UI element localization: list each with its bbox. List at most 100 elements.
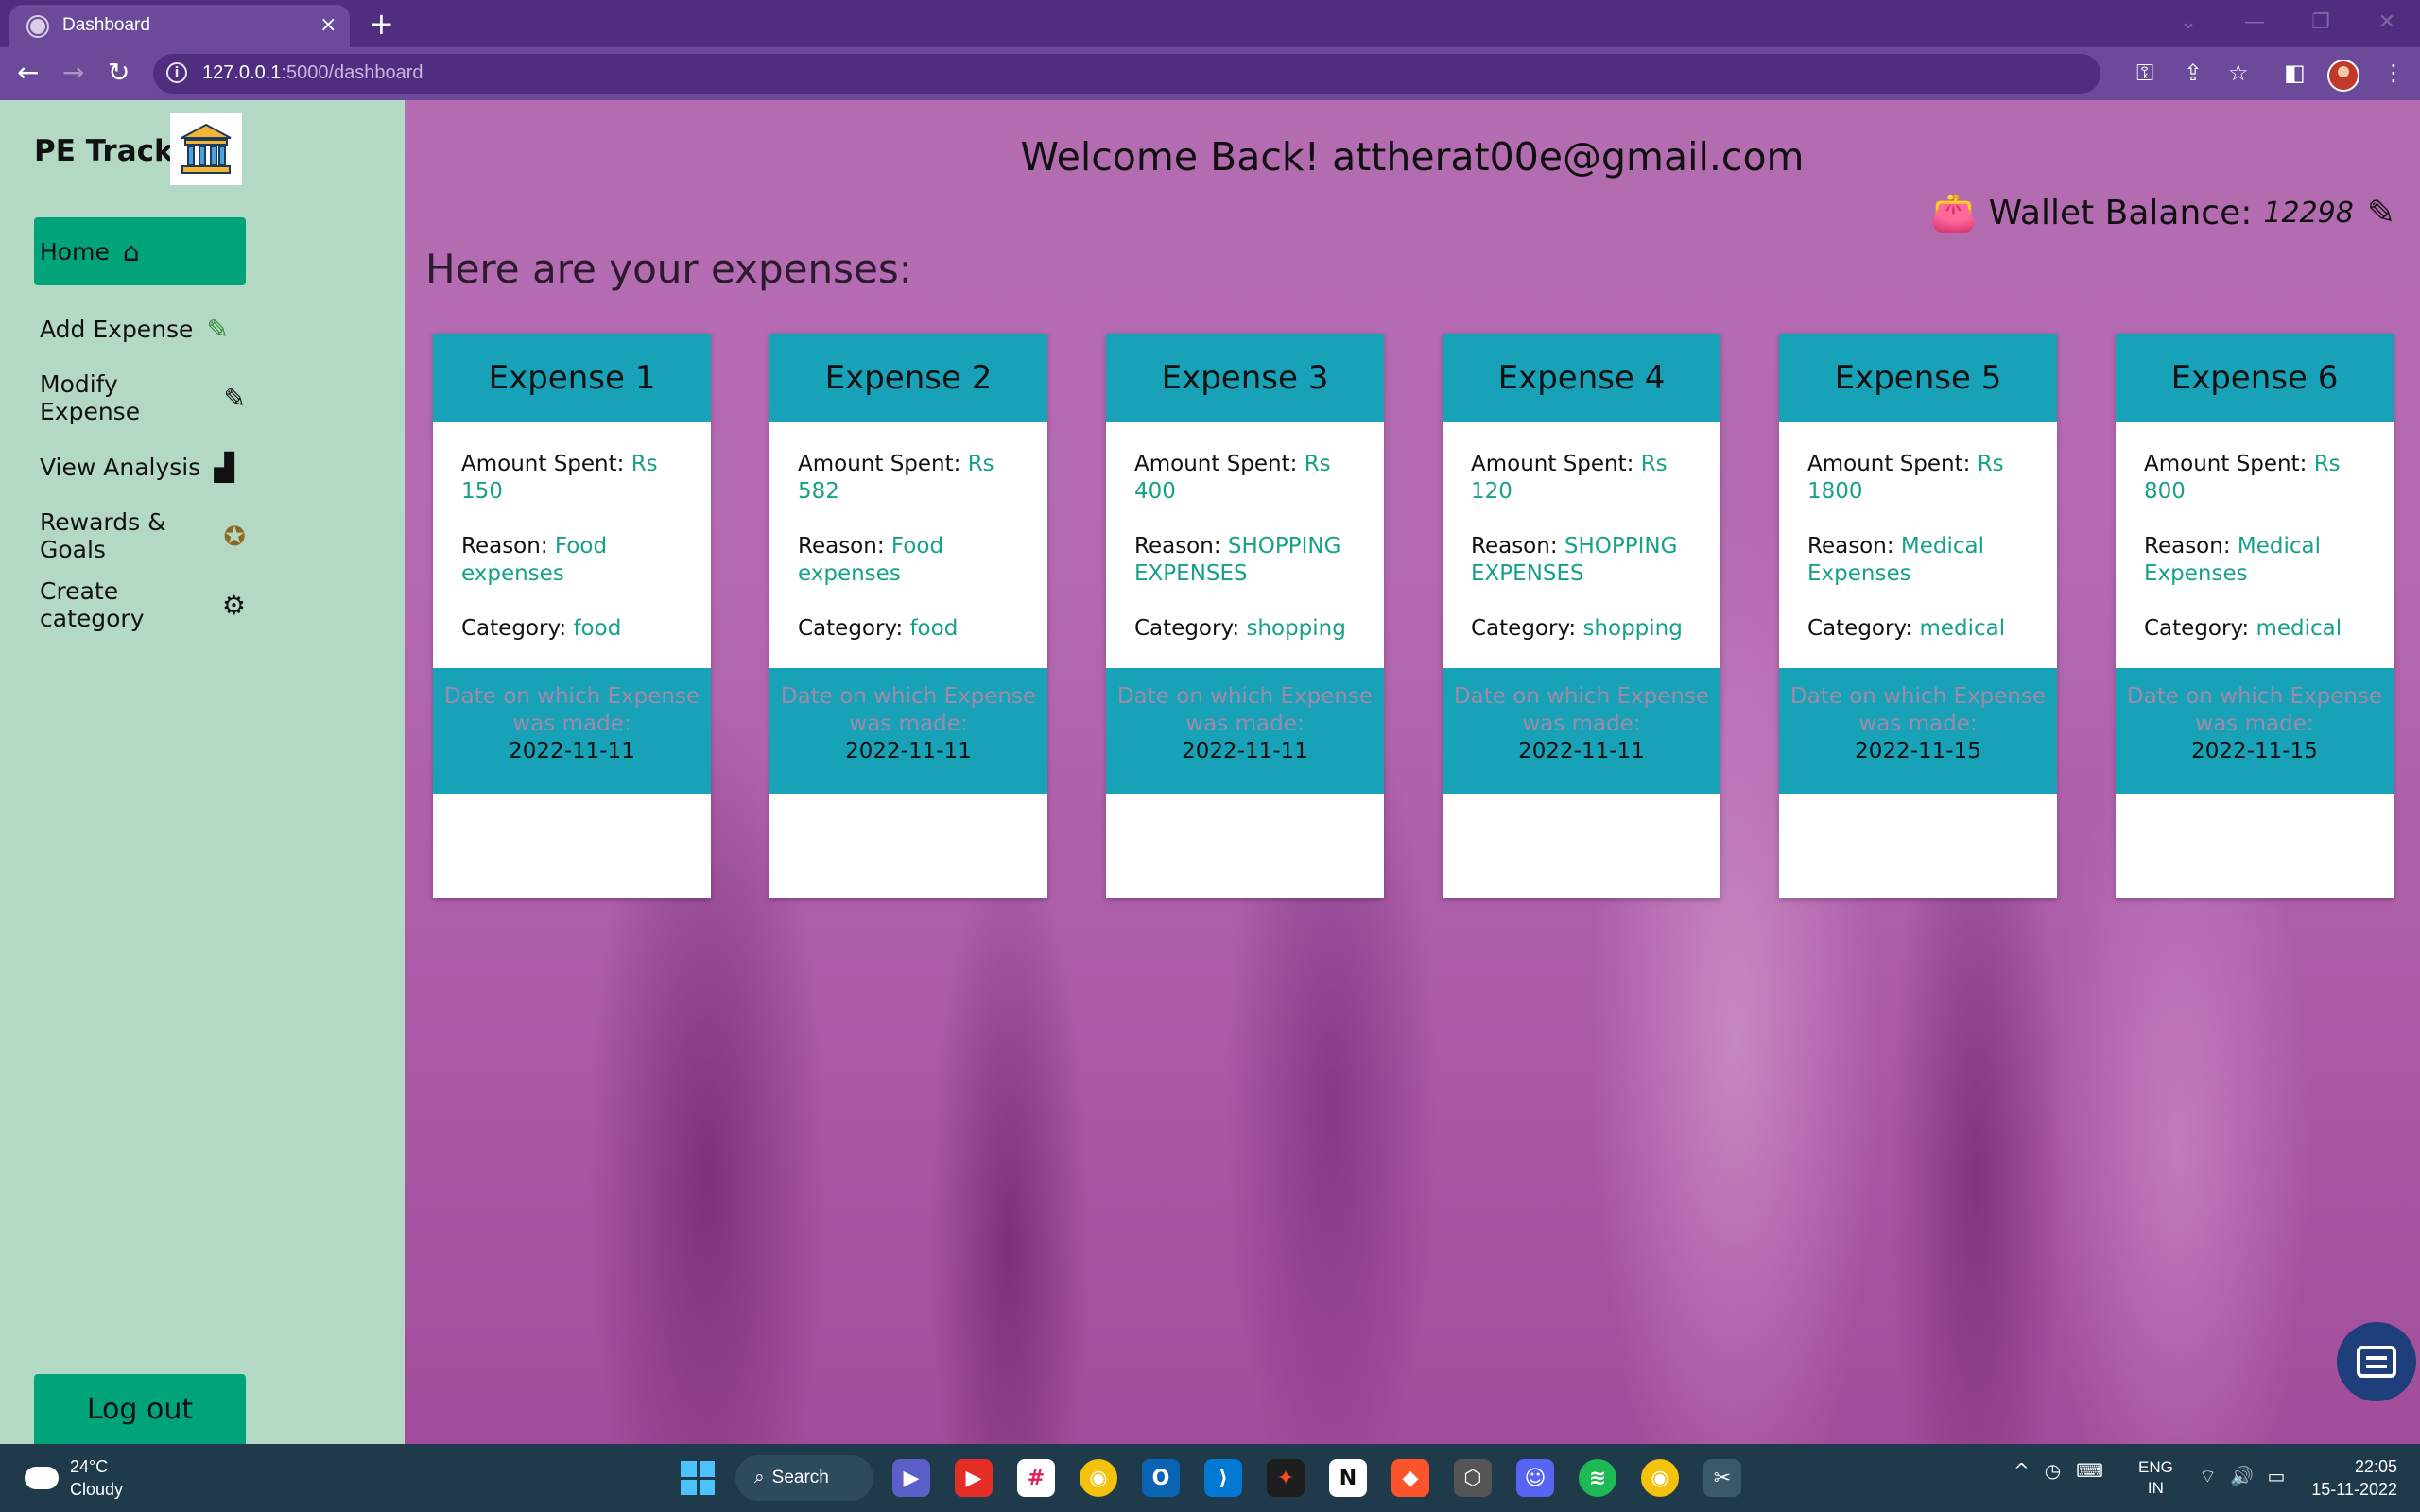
system-tray: ^ ◷ ⌨ xyxy=(2014,1459,2118,1482)
expense-card[interactable]: Expense 6 Amount Spent: Rs 800 Reason: M… xyxy=(2116,334,2394,898)
slack-app-icon[interactable]: # xyxy=(1017,1459,1055,1497)
sidebar-item-view-analysis[interactable]: View Analysis ▟ xyxy=(34,433,246,501)
welcome-heading: Welcome Back! attherat00e@gmail.com xyxy=(1020,134,1805,180)
taskbar-search[interactable]: ⌕ Search xyxy=(735,1455,873,1501)
tab-close-button[interactable]: × xyxy=(320,13,337,37)
wallet-balance: 👛 Wallet Balance: 12298 ✎ xyxy=(1930,191,2395,235)
key-icon[interactable]: ⚿ xyxy=(2136,60,2153,86)
chrome-profile-app-icon[interactable]: ◉ xyxy=(1641,1459,1679,1497)
spotify-app-icon[interactable]: ≋ xyxy=(1579,1459,1616,1497)
site-info-icon[interactable]: i xyxy=(166,62,187,83)
new-tab-button[interactable]: + xyxy=(369,6,394,42)
chat-button[interactable] xyxy=(2337,1322,2416,1401)
sidebar-item-create-category[interactable]: Create category ⚙ xyxy=(34,571,246,639)
category-value: shopping xyxy=(1246,616,1346,641)
browser-tab[interactable]: Dashboard × xyxy=(9,5,350,47)
amount-label: Amount Spent: xyxy=(1807,452,1971,476)
sidebar-item-label: View Analysis xyxy=(40,453,201,481)
category-value: medical xyxy=(2256,616,2342,641)
sidebar-item-home[interactable]: Home ⌂ xyxy=(34,217,246,285)
category-icon: ⚙ xyxy=(221,589,246,621)
globe-icon xyxy=(28,17,47,36)
sidebar-item-add-expense[interactable]: Add Expense ✎ xyxy=(34,295,246,363)
reload-button[interactable]: ↻ xyxy=(108,57,130,88)
keyboard-icon[interactable]: ⌨ xyxy=(2076,1459,2103,1482)
sidebar: PE Tracker Home ⌂ Add Expense ✎ Modify E… xyxy=(0,100,405,1444)
back-button[interactable]: ← xyxy=(17,57,39,88)
sidebar-item-modify-expense[interactable]: Modify Expense ✎ xyxy=(34,364,246,432)
amount-label: Amount Spent: xyxy=(1134,452,1298,476)
expenses-subheading: Here are your expenses: xyxy=(425,246,912,292)
clock-app-icon[interactable]: ◷ xyxy=(2045,1459,2061,1482)
volume-icon: 🔊 xyxy=(2230,1465,2255,1487)
share-icon[interactable]: ⇪ xyxy=(2184,60,2203,86)
edit-wallet-icon[interactable]: ✎ xyxy=(2367,194,2395,232)
meet-app-icon[interactable]: ▶ xyxy=(892,1459,930,1497)
cube-app-icon[interactable]: ⬡ xyxy=(1454,1459,1492,1497)
bank-logo-icon xyxy=(170,113,242,185)
notion-app-icon[interactable]: N xyxy=(1329,1459,1367,1497)
network-volume-battery-icons[interactable]: ⌔ 🔊 ▭ xyxy=(2199,1465,2285,1488)
weather-widget[interactable]: 24°C Cloudy xyxy=(25,1455,123,1501)
expense-card[interactable]: Expense 4 Amount Spent: Rs 120 Reason: S… xyxy=(1443,334,1720,898)
tab-search-chevron-icon[interactable]: ⌄ xyxy=(2155,0,2221,43)
restore-button[interactable]: ❐ xyxy=(2288,0,2354,43)
window-controls: ⌄ — ❐ ✕ xyxy=(2155,0,2420,47)
side-panel-icon[interactable]: ◧ xyxy=(2284,60,2306,86)
reason-label: Reason: xyxy=(2144,534,2231,558)
award-icon: ✪ xyxy=(223,520,246,552)
vscode-app-icon[interactable]: ⟩ xyxy=(1204,1459,1242,1497)
figma-app-icon[interactable]: ✦ xyxy=(1267,1459,1305,1497)
discord-app-icon[interactable]: ☺ xyxy=(1516,1459,1554,1497)
logout-button[interactable]: Log out xyxy=(34,1374,246,1444)
close-window-button[interactable]: ✕ xyxy=(2354,0,2420,43)
sidebar-item-rewards-goals[interactable]: Rewards & Goals ✪ xyxy=(34,502,246,570)
tab-title: Dashboard xyxy=(62,15,150,35)
snipping-tool-app-icon[interactable]: ✂ xyxy=(1703,1459,1741,1497)
menu-kebab-icon[interactable]: ⋮ xyxy=(2382,60,2405,86)
main-content: Welcome Back! attherat00e@gmail.com 👛 Wa… xyxy=(405,100,2420,1444)
reason-label: Reason: xyxy=(461,534,548,558)
date-label: Date on which Expense was made: xyxy=(443,684,700,736)
sidebar-item-label: Rewards & Goals xyxy=(40,508,166,563)
web-page: PE Tracker Home ⌂ Add Expense ✎ Modify E… xyxy=(0,100,2420,1444)
outlook-app-icon[interactable]: O xyxy=(1142,1459,1180,1497)
category-value: food xyxy=(573,616,622,641)
taskbar-clock[interactable]: 22:05 15-11-2022 xyxy=(2308,1455,2397,1501)
expense-card[interactable]: Expense 2 Amount Spent: Rs 582 Reason: F… xyxy=(769,334,1047,898)
wallet-icon: 👛 xyxy=(1929,192,1978,235)
sidebar-item-label: Add Expense xyxy=(40,315,194,343)
date-value: 2022-11-11 xyxy=(845,739,972,764)
search-icon: ⌕ xyxy=(754,1468,765,1487)
date-label: Date on which Expense was made: xyxy=(1453,684,1710,736)
youtube-app-icon[interactable]: ▶ xyxy=(955,1459,993,1497)
category-value: medical xyxy=(1919,616,2006,641)
chart-icon: ▟ xyxy=(214,451,234,483)
minimize-button[interactable]: — xyxy=(2221,0,2288,43)
reason-label: Reason: xyxy=(798,534,885,558)
browser-toolbar: ← → ↻ i 127.0.0.1:5000/dashboard ⚿ ⇪ ☆ ◧… xyxy=(0,47,2420,100)
amount-label: Amount Spent: xyxy=(2144,452,2308,476)
weather-temp: 24°C xyxy=(70,1457,109,1476)
expense-card[interactable]: Expense 3 Amount Spent: Rs 400 Reason: S… xyxy=(1106,334,1384,898)
address-bar[interactable]: i 127.0.0.1:5000/dashboard xyxy=(153,54,2100,94)
chat-icon xyxy=(2357,1346,2396,1378)
language-indicator[interactable]: ENG IN xyxy=(2138,1457,2173,1499)
tray-chevron-icon[interactable]: ^ xyxy=(2014,1459,2030,1482)
date-label: Date on which Expense was made: xyxy=(1789,684,2047,736)
home-icon: ⌂ xyxy=(122,235,140,267)
wifi-icon: ⌔ xyxy=(2199,1465,2217,1487)
brave-app-icon[interactable]: ◆ xyxy=(1392,1459,1429,1497)
windows-start-icon[interactable] xyxy=(681,1461,715,1495)
bookmark-star-icon[interactable]: ☆ xyxy=(2228,60,2249,86)
reason-label: Reason: xyxy=(1471,534,1558,558)
expense-card[interactable]: Expense 1 Amount Spent: Rs 150 Reason: F… xyxy=(433,334,711,898)
category-label: Category: xyxy=(461,616,567,641)
forward-button[interactable]: → xyxy=(62,57,84,88)
wallet-value: 12298 xyxy=(2263,197,2354,230)
expense-title: Expense 4 xyxy=(1443,334,1720,422)
expense-card[interactable]: Expense 5 Amount Spent: Rs 1800 Reason: … xyxy=(1779,334,2057,898)
chrome-app-icon[interactable]: ◉ xyxy=(1080,1459,1117,1497)
amount-label: Amount Spent: xyxy=(1471,452,1634,476)
profile-avatar[interactable] xyxy=(2327,60,2360,92)
